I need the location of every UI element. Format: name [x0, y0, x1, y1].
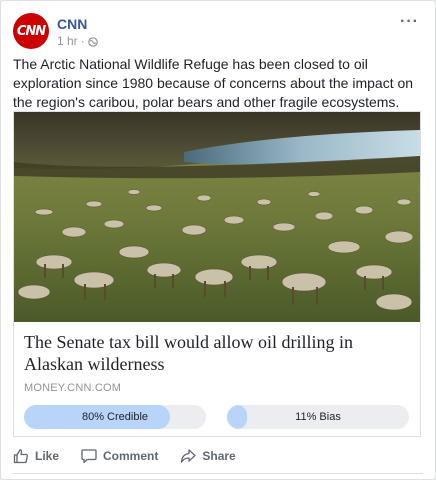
- credible-rating-label: 80% Credible: [81, 411, 149, 423]
- like-label: Like: [35, 449, 60, 463]
- share-label: Share: [202, 449, 236, 463]
- avatar-logo-text: CNN: [16, 23, 46, 39]
- photo-credit-watermark: [410, 142, 418, 202]
- caribou-herd-photo[interactable]: [14, 112, 420, 322]
- avatar[interactable]: CNN: [13, 13, 49, 49]
- comment-label: Comment: [103, 449, 159, 463]
- page-name-link[interactable]: CNN: [57, 16, 87, 32]
- comment-icon: [81, 448, 97, 464]
- bias-rating-bar[interactable]: 11% Bias: [227, 405, 409, 429]
- globe-icon: [87, 36, 98, 47]
- post-header: CNN CNN 1 hr · ···: [13, 13, 423, 53]
- link-title[interactable]: The Senate tax bill would allow oil dril…: [24, 331, 414, 375]
- meta-separator: ·: [80, 34, 85, 48]
- link-domain: MONEY.CNN.COM: [24, 382, 122, 394]
- post-meta: 1 hr ·: [57, 34, 98, 48]
- post-text: The Arctic National Wildlife Refuge has …: [13, 56, 414, 110]
- more-options-icon[interactable]: ···: [400, 13, 419, 31]
- thumbs-up-icon: [13, 448, 29, 464]
- post-card: CNN CNN 1 hr · ··· The Arctic National W…: [0, 0, 436, 480]
- bias-rating-label: 11% Bias: [295, 411, 341, 423]
- share-button[interactable]: Share: [180, 448, 236, 464]
- divider: [13, 473, 423, 474]
- like-button[interactable]: Like: [13, 448, 59, 464]
- share-arrow-icon: [180, 448, 197, 464]
- comment-button[interactable]: Comment: [81, 448, 158, 464]
- link-preview[interactable]: The Senate tax bill would allow oil dril…: [13, 111, 421, 437]
- post-timestamp[interactable]: 1 hr: [57, 34, 78, 48]
- credible-rating-bar[interactable]: 80% Credible: [24, 405, 206, 429]
- post-actions: Like Comment Share: [13, 441, 423, 471]
